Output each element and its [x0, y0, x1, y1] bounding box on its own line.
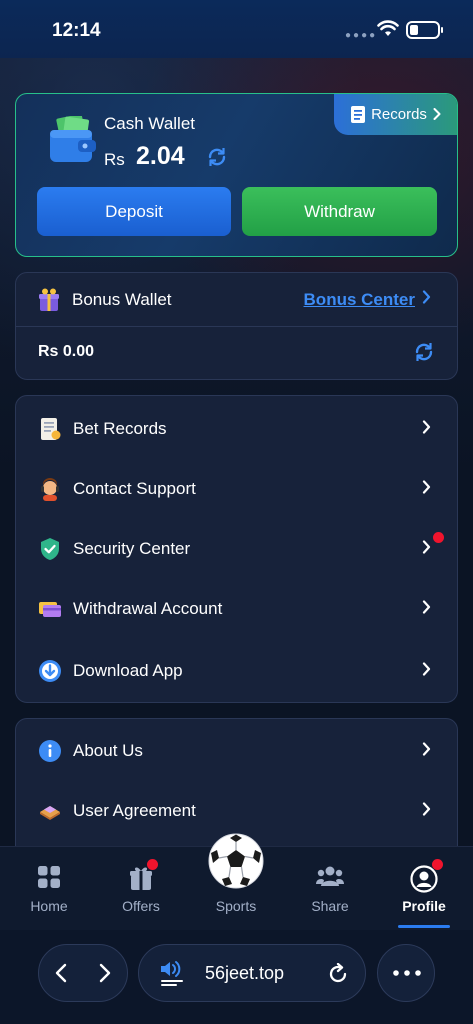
- forward-arrow-icon[interactable]: [99, 963, 111, 983]
- more-dots-icon: ●●●●: [345, 30, 378, 41]
- bonus-wallet-title: Bonus Wallet: [72, 290, 172, 309]
- cash-currency: Rs: [104, 150, 125, 169]
- browser-toolbar: 56jeet.top: [0, 930, 473, 1024]
- cash-wallet-card: Cash Wallet Rs 2.04 Records Deposit With…: [15, 93, 458, 257]
- notification-dot: [147, 859, 158, 870]
- soccer-ball-icon[interactable]: [208, 833, 264, 889]
- deposit-button[interactable]: Deposit: [37, 187, 231, 236]
- download-icon: [39, 660, 61, 682]
- cash-balance: 2.04: [136, 142, 185, 170]
- nav-home[interactable]: Home: [2, 847, 96, 931]
- menu-item-label: Withdrawal Account: [73, 599, 223, 618]
- active-tab-indicator: [398, 925, 450, 928]
- grid-icon: [38, 866, 60, 888]
- nav-label: Home: [30, 898, 68, 914]
- status-bar: 12:14 ●●●●: [0, 0, 473, 58]
- menu-item-label: About Us: [73, 741, 143, 760]
- chevron-right-icon: [433, 108, 441, 120]
- cash-wallet-title: Cash Wallet: [104, 114, 196, 133]
- chevron-right-icon: [422, 802, 431, 816]
- account-menu: Bet Records Contact Support Security Cen…: [15, 395, 458, 703]
- withdraw-button[interactable]: Withdraw: [242, 187, 437, 236]
- bonus-wallet-header: Bonus Wallet Bonus Center: [16, 273, 457, 327]
- bonus-balance: Rs 0.00: [38, 343, 95, 360]
- nav-label: Offers: [122, 898, 160, 914]
- wifi-icon: [377, 20, 399, 36]
- book-icon: [40, 806, 60, 820]
- records-button[interactable]: Records: [334, 94, 457, 135]
- receipt-icon: [41, 418, 61, 440]
- menu-item-label: User Agreement: [73, 801, 196, 820]
- shield-icon: [41, 538, 59, 560]
- ellipsis-icon: [393, 970, 421, 976]
- nav-offers[interactable]: Offers: [94, 847, 188, 931]
- support-agent-icon: [41, 478, 59, 501]
- menu-item-contact-support[interactable]: Contact Support: [16, 458, 457, 518]
- menu-item-download-app[interactable]: Download App: [16, 640, 457, 700]
- cards-icon: [39, 602, 61, 617]
- chevron-right-icon: [422, 742, 431, 756]
- menu-item-user-agreement[interactable]: User Agreement: [16, 780, 457, 840]
- menu-item-withdrawal-account[interactable]: Withdrawal Account: [16, 578, 457, 638]
- menu-item-about-us[interactable]: About Us: [16, 720, 457, 780]
- chevron-right-icon: [422, 420, 431, 434]
- more-options-button[interactable]: [377, 944, 435, 1002]
- nav-label: Profile: [402, 898, 446, 914]
- notification-dot: [432, 859, 443, 870]
- back-arrow-icon[interactable]: [55, 963, 67, 983]
- menu-item-bet-records[interactable]: Bet Records: [16, 398, 457, 458]
- url-text: 56jeet.top: [205, 963, 285, 983]
- wallet-icon: [50, 116, 96, 162]
- chevron-right-icon: [422, 662, 431, 676]
- users-icon: [316, 866, 344, 886]
- nav-share[interactable]: Share: [283, 847, 377, 931]
- reload-icon[interactable]: [327, 963, 349, 985]
- menu-item-label: Contact Support: [73, 479, 196, 498]
- menu-item-label: Security Center: [73, 539, 191, 558]
- menu-item-label: Bet Records: [73, 419, 167, 438]
- menu-item-label: Download App: [73, 661, 183, 680]
- speaker-icon[interactable]: [159, 959, 185, 987]
- status-time: 12:14: [52, 20, 101, 41]
- refresh-icon[interactable]: [206, 146, 228, 168]
- chevron-right-icon: [422, 540, 431, 554]
- chevron-right-icon: [422, 600, 431, 614]
- chevron-right-icon: [422, 480, 431, 494]
- nav-label: Share: [311, 898, 349, 914]
- battery-icon: [406, 21, 443, 39]
- refresh-icon[interactable]: [413, 341, 435, 363]
- address-bar[interactable]: 56jeet.top: [138, 944, 366, 1002]
- menu-item-security-center[interactable]: Security Center: [16, 518, 457, 578]
- nav-label: Sports: [215, 898, 257, 914]
- notification-dot: [433, 532, 444, 543]
- chevron-right-icon[interactable]: [422, 290, 431, 304]
- document-icon: [351, 105, 366, 123]
- browser-nav-group: [38, 944, 128, 1002]
- info-icon: [39, 740, 61, 762]
- gift-box-icon: [39, 288, 59, 311]
- bonus-center-link[interactable]: Bonus Center: [304, 290, 415, 310]
- records-label: Records: [371, 105, 427, 123]
- nav-profile[interactable]: Profile: [377, 847, 471, 931]
- bonus-wallet-card: Bonus Wallet Bonus Center Rs 0.00: [15, 272, 458, 380]
